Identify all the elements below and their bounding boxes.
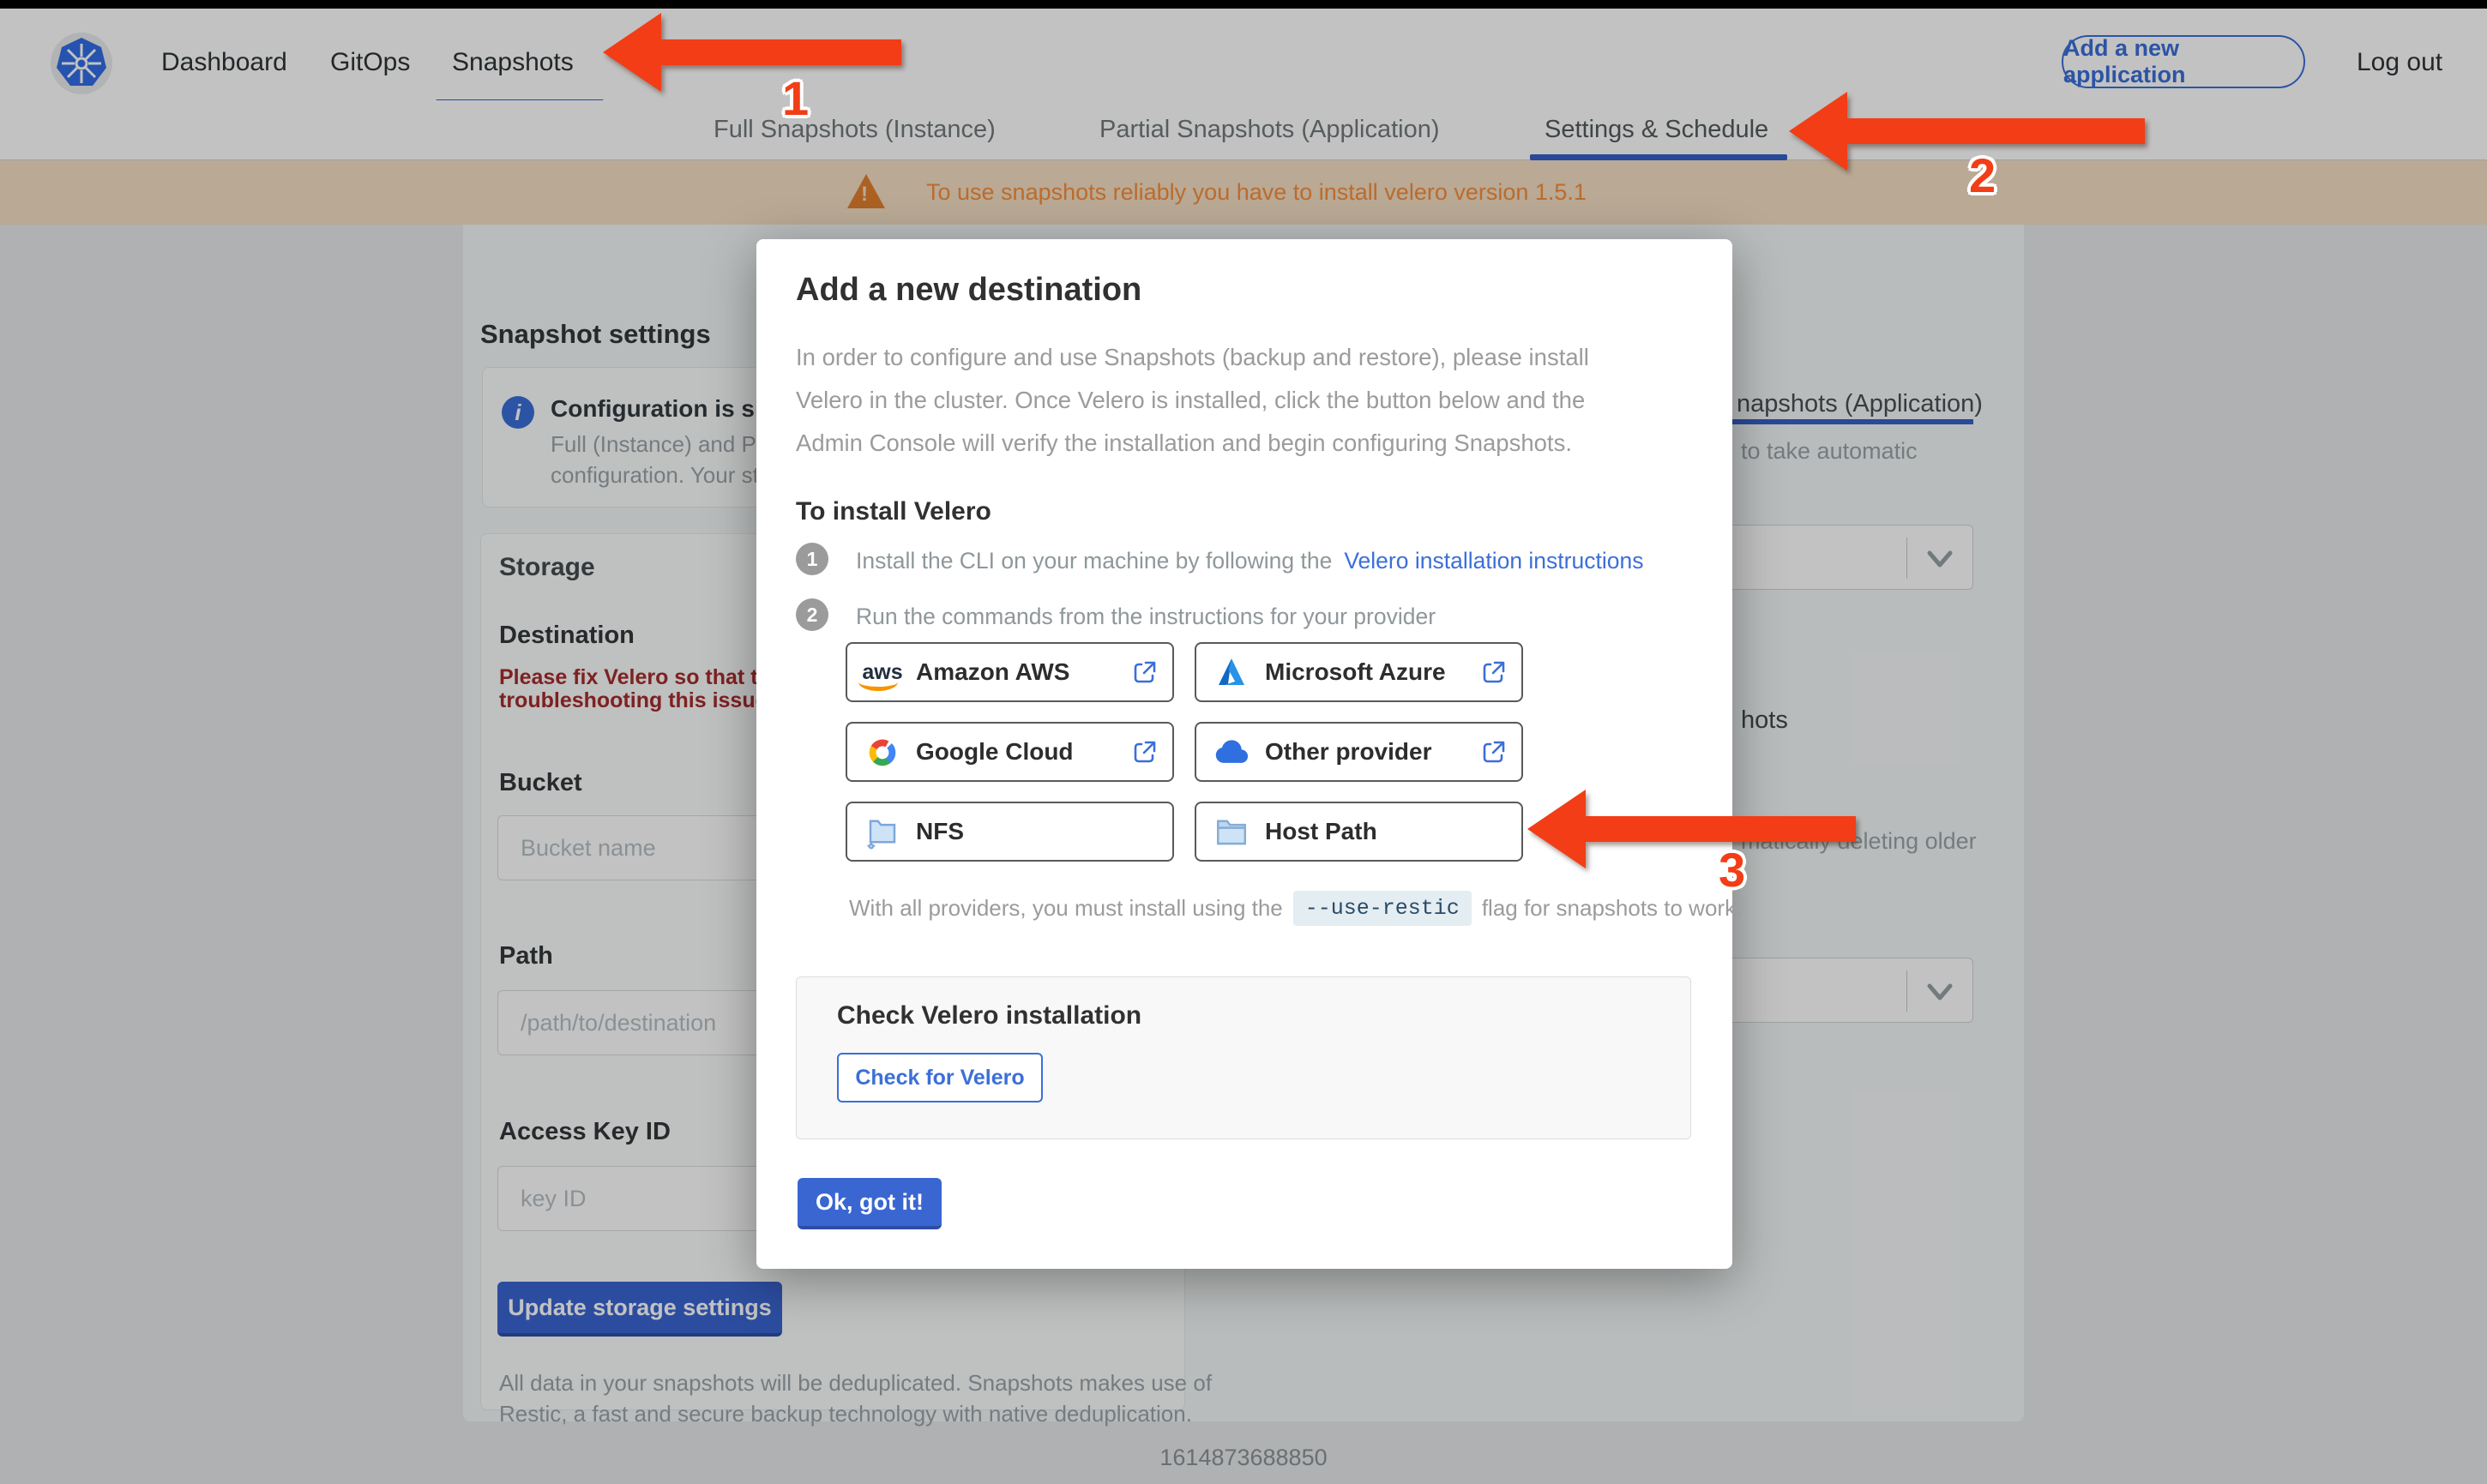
- google-cloud-icon: [863, 732, 902, 772]
- step-2-text: Run the commands from the instructions f…: [856, 604, 1436, 629]
- provider-nfs-button[interactable]: NFS: [846, 802, 1174, 862]
- provider-label: Amazon AWS: [916, 658, 1070, 685]
- nfs-folder-icon: [863, 812, 902, 851]
- annotation-arrow-1: [603, 13, 901, 92]
- install-velero-heading: To install Velero: [796, 497, 991, 526]
- annotation-number-1: 1: [782, 71, 810, 125]
- check-velero-box: Check Velero installation Check for Vele…: [796, 976, 1691, 1139]
- annotation-number-3: 3: [1719, 843, 1746, 897]
- velero-instructions-link[interactable]: Velero installation instructions: [1344, 548, 1643, 574]
- modal-intro-line3: Admin Console will verify the installati…: [796, 430, 1572, 456]
- provider-amazon-aws-button[interactable]: aws Amazon AWS: [846, 642, 1174, 702]
- provider-label: Other provider: [1265, 738, 1432, 765]
- step-1-badge: 1: [796, 543, 828, 575]
- arrow-head-icon: [603, 13, 661, 92]
- provider-label: NFS: [916, 818, 964, 844]
- folder-icon: [1212, 812, 1251, 851]
- provider-label: Host Path: [1265, 818, 1377, 844]
- arrow-tail: [661, 39, 901, 65]
- aws-icon: aws: [858, 660, 903, 691]
- arrow-tail: [1847, 118, 2145, 144]
- restic-note: With all providers, you must install usi…: [849, 891, 1742, 926]
- modal-intro-line1: In order to configure and use Snapshots …: [796, 344, 1589, 370]
- step-2-badge: 2: [796, 598, 828, 631]
- ok-got-it-button[interactable]: Ok, got it!: [798, 1178, 942, 1229]
- cloud-icon: [1212, 732, 1251, 772]
- arrow-head-icon: [1789, 92, 1847, 171]
- step-1-label: Install the CLI on your machine by follo…: [856, 548, 1333, 574]
- provider-other-button[interactable]: Other provider: [1195, 722, 1523, 782]
- screen: Dashboard GitOps Snapshots Add a new app…: [0, 0, 2487, 1484]
- external-link-icon: [1483, 661, 1505, 683]
- restic-note-after: flag for snapshots to work.: [1481, 895, 1743, 921]
- add-destination-modal: Add a new destination In order to config…: [756, 239, 1742, 1269]
- arrow-head-icon: [1527, 790, 1586, 868]
- annotation-arrow-3: [1527, 790, 1856, 868]
- annotation-arrow-2: [1789, 92, 2145, 171]
- external-link-icon: [1134, 741, 1156, 763]
- modal-title: Add a new destination: [796, 272, 1142, 308]
- modal-intro-line2: Velero in the cluster. Once Velero is in…: [796, 387, 1586, 413]
- step-1-text: Install the CLI on your machine by follo…: [856, 548, 1643, 574]
- provider-label: Microsoft Azure: [1265, 658, 1446, 685]
- provider-google-cloud-button[interactable]: Google Cloud: [846, 722, 1174, 782]
- annotation-number-2: 2: [1969, 148, 1996, 202]
- external-link-icon: [1134, 661, 1156, 683]
- check-for-velero-button[interactable]: Check for Velero: [837, 1053, 1043, 1102]
- restic-note-before: With all providers, you must install usi…: [849, 895, 1283, 921]
- provider-host-path-button[interactable]: Host Path: [1195, 802, 1523, 862]
- provider-label: Google Cloud: [916, 738, 1074, 765]
- provider-grid: aws Amazon AWS Microsoft Azure Google Cl…: [846, 642, 1542, 862]
- azure-icon: [1212, 652, 1251, 692]
- check-velero-heading: Check Velero installation: [837, 1001, 1142, 1030]
- arrow-tail: [1586, 816, 1856, 842]
- external-link-icon: [1483, 741, 1505, 763]
- provider-microsoft-azure-button[interactable]: Microsoft Azure: [1195, 642, 1523, 702]
- restic-flag-code: --use-restic: [1292, 891, 1472, 926]
